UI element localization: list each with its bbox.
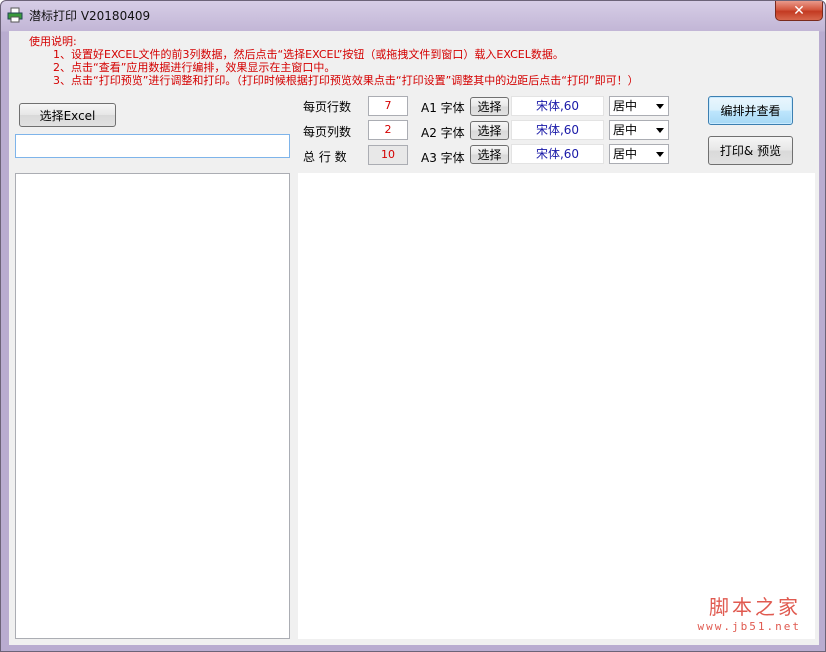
chevron-down-icon: [656, 104, 664, 109]
arrange-view-button[interactable]: 编排并查看: [708, 96, 793, 125]
watermark: 脚本之家 www.jb51.net: [698, 591, 801, 633]
print-preview-button[interactable]: 打印& 预览: [708, 136, 793, 165]
a1-align-select[interactable]: 居中: [609, 96, 669, 116]
total-rows-value: 10: [368, 145, 408, 165]
a2-font-label: A2 字体: [421, 126, 465, 140]
a3-font-label: A3 字体: [421, 151, 465, 165]
file-path-input[interactable]: [15, 134, 290, 158]
select-excel-button[interactable]: 选择Excel: [19, 103, 116, 127]
cols-per-page-label: 每页列数: [303, 125, 352, 139]
a2-font-select-button[interactable]: 选择: [470, 121, 509, 140]
instruction-line-3: 3、点击“打印预览”进行调整和打印。（打印时候根据打印预览效果点击“打印设置”调…: [53, 74, 639, 87]
data-list-panel[interactable]: [15, 173, 290, 639]
a2-align-select[interactable]: 居中: [609, 120, 669, 140]
printer-icon: [7, 7, 23, 23]
a1-font-label: A1 字体: [421, 101, 465, 115]
a2-align-value: 居中: [613, 123, 638, 137]
total-rows-label: 总 行 数: [303, 150, 347, 164]
rows-per-page-label: 每页行数: [303, 100, 352, 114]
rows-per-page-input[interactable]: 7: [368, 96, 408, 116]
watermark-url: www.jb51.net: [697, 620, 801, 633]
app-window: 潜标打印 V20180409 ✕ 使用说明: 1、设置好EXCEL文件的前3列数…: [0, 0, 826, 652]
a3-align-value: 居中: [613, 147, 638, 161]
a3-font-select-button[interactable]: 选择: [470, 145, 509, 164]
instruction-line-2: 2、点击“查看”应用数据进行编排，效果显示在主窗口中。: [53, 61, 336, 74]
instructions: 使用说明: 1、设置好EXCEL文件的前3列数据，然后点击“选择EXCEL”按钮…: [29, 35, 639, 87]
a1-align-value: 居中: [613, 99, 638, 113]
instructions-heading: 使用说明:: [29, 35, 77, 48]
a1-font-select-button[interactable]: 选择: [470, 97, 509, 116]
a1-font-value: 宋体,60: [511, 96, 604, 116]
title-bar[interactable]: 潜标打印 V20180409 ✕: [1, 1, 825, 29]
close-icon: ✕: [793, 2, 805, 19]
client-area: 使用说明: 1、设置好EXCEL文件的前3列数据，然后点击“选择EXCEL”按钮…: [9, 31, 819, 645]
chevron-down-icon: [656, 152, 664, 157]
a2-font-value: 宋体,60: [511, 120, 604, 140]
preview-panel: 脚本之家 www.jb51.net: [298, 173, 815, 639]
cols-per-page-input[interactable]: 2: [368, 120, 408, 140]
close-button[interactable]: ✕: [775, 1, 823, 21]
a3-align-select[interactable]: 居中: [609, 144, 669, 164]
chevron-down-icon: [656, 128, 664, 133]
instruction-line-1: 1、设置好EXCEL文件的前3列数据，然后点击“选择EXCEL”按钮（或拖拽文件…: [53, 48, 564, 61]
window-title: 潜标打印 V20180409: [29, 9, 151, 23]
a3-font-value: 宋体,60: [511, 144, 604, 164]
watermark-main: 脚本之家: [709, 595, 801, 619]
